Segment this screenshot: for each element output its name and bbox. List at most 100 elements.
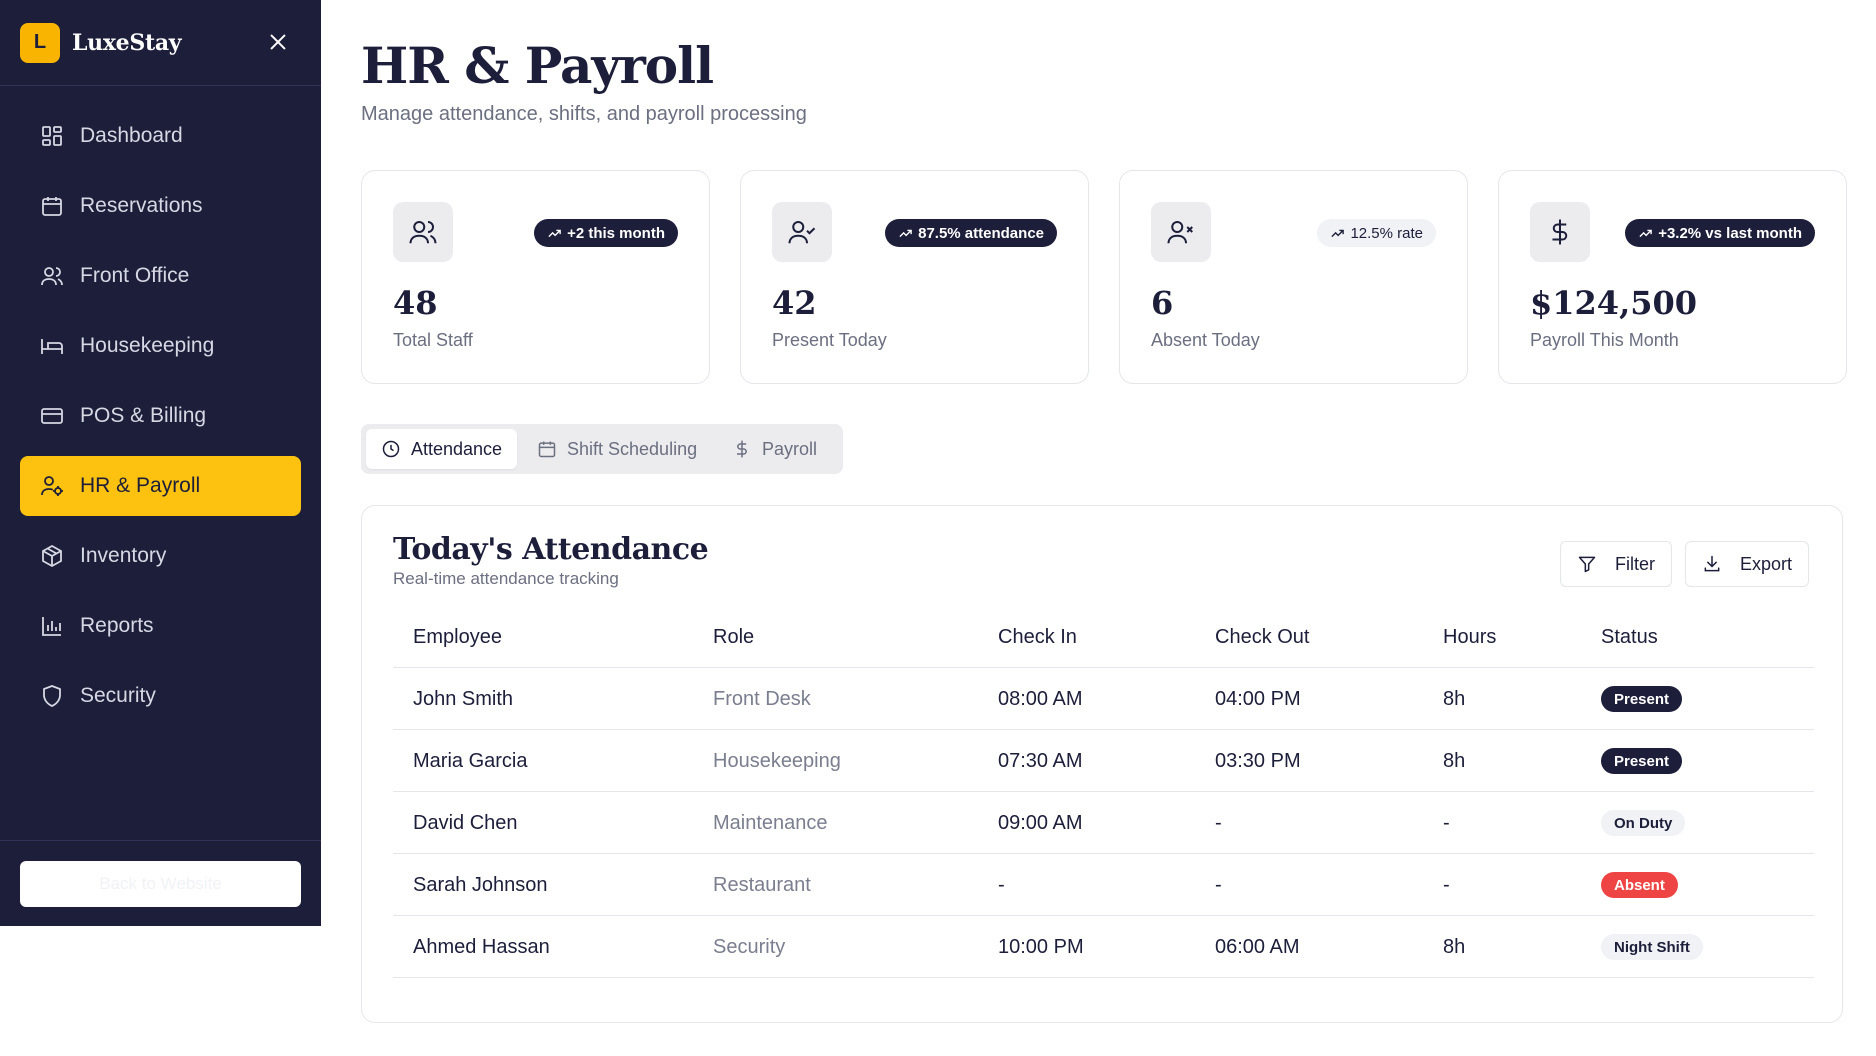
close-sidebar-button[interactable] xyxy=(266,30,290,54)
status-badge: Night Shift xyxy=(1601,934,1703,960)
trending-up-icon xyxy=(1331,229,1345,237)
stat-label: Absent Today xyxy=(1151,330,1260,350)
trending-up-icon xyxy=(1639,229,1652,237)
dollar-icon xyxy=(1552,219,1568,245)
check-in-time: 09:00 AM xyxy=(998,811,1083,834)
tab-shift-scheduling[interactable]: Shift Scheduling xyxy=(522,429,712,469)
filter-label: Filter xyxy=(1615,553,1655,574)
stat-card-total-staff: +2 this month 48 Total Staff xyxy=(361,170,710,384)
brand-name[interactable]: LuxeStay xyxy=(72,30,182,56)
dollar-icon xyxy=(737,440,747,458)
trending-up-icon xyxy=(899,229,912,237)
sidebar-item-label: Front Office xyxy=(80,264,190,287)
credit-card-icon xyxy=(41,408,63,424)
stat-card-absent-today: 12.5% rate 6 Absent Today xyxy=(1119,170,1468,384)
sidebar-item-front-office[interactable]: Front Office xyxy=(20,246,301,306)
sidebar-item-label: Housekeeping xyxy=(80,334,215,357)
table-header-row: Employee Role Check In Check Out Hours S… xyxy=(393,606,1814,668)
stat-value: 48 xyxy=(393,284,438,322)
sidebar-item-dashboard[interactable]: Dashboard xyxy=(20,106,301,166)
sidebar-nav: Dashboard Reservations Front Office Hous… xyxy=(20,106,301,736)
users-icon xyxy=(409,221,437,244)
hours-worked: - xyxy=(1443,873,1450,896)
stat-badge-text: +3.2% vs last month xyxy=(1658,224,1802,242)
status-cell: Absent xyxy=(1601,854,1678,916)
check-out-time: - xyxy=(1215,811,1222,834)
brand-logo[interactable]: L xyxy=(20,22,60,63)
trending-up-icon xyxy=(548,229,561,237)
sidebar-item-reports[interactable]: Reports xyxy=(20,596,301,656)
table-row[interactable]: David Chen Maintenance 09:00 AM - - On D… xyxy=(393,792,1814,854)
stat-card-payroll-month: +3.2% vs last month $124,500 Payroll Thi… xyxy=(1498,170,1847,384)
tab-list: Attendance Shift Scheduling Payroll xyxy=(361,424,843,474)
column-header-check-out[interactable]: Check Out xyxy=(1215,606,1309,668)
sidebar-item-housekeeping[interactable]: Housekeeping xyxy=(20,316,301,376)
stat-badge: 87.5% attendance xyxy=(885,219,1057,247)
user-check-icon xyxy=(788,221,816,244)
stat-badge-text: 12.5% rate xyxy=(1350,224,1423,242)
shield-icon xyxy=(43,685,61,707)
check-out-time: 04:00 PM xyxy=(1215,687,1301,710)
card-title: Today's Attendance xyxy=(393,532,709,567)
attendance-table: Employee Role Check In Check Out Hours S… xyxy=(393,606,1814,978)
stat-icon xyxy=(393,202,453,262)
sidebar-item-hr-payroll[interactable]: HR & Payroll xyxy=(20,456,301,516)
column-header-role[interactable]: Role xyxy=(713,606,754,668)
sidebar-item-reservations[interactable]: Reservations xyxy=(20,176,301,236)
check-in-time: 10:00 PM xyxy=(998,935,1084,958)
tab-label: Payroll xyxy=(762,438,818,459)
back-to-website-button[interactable]: Back to Website xyxy=(20,861,301,907)
stat-badge: +2 this month xyxy=(534,219,678,247)
download-icon xyxy=(1704,555,1720,572)
table-row[interactable]: Ahmed Hassan Security 10:00 PM 06:00 AM … xyxy=(393,916,1814,978)
table-row[interactable]: Maria Garcia Housekeeping 07:30 AM 03:30… xyxy=(393,730,1814,792)
column-header-hours[interactable]: Hours xyxy=(1443,606,1496,668)
stats-row: +2 this month 48 Total Staff 87.5% atten… xyxy=(361,170,1847,384)
page-title: HR & Payroll xyxy=(361,36,714,95)
check-in-time: 07:30 AM xyxy=(998,749,1083,772)
sidebar-item-label: POS & Billing xyxy=(80,404,207,427)
column-header-employee[interactable]: Employee xyxy=(413,606,502,668)
sidebar-item-security[interactable]: Security xyxy=(20,666,301,726)
sidebar-item-label: Dashboard xyxy=(80,124,183,147)
stat-badge: 12.5% rate xyxy=(1317,219,1436,247)
stat-label: Payroll This Month xyxy=(1530,330,1679,350)
employee-role: Security xyxy=(713,935,786,958)
sidebar-item-pos-billing[interactable]: POS & Billing xyxy=(20,386,301,446)
sidebar: L LuxeStay Dashboard Reservations Front … xyxy=(0,0,321,926)
stat-badge: +3.2% vs last month xyxy=(1625,219,1815,247)
tab-payroll[interactable]: Payroll xyxy=(717,429,832,469)
sidebar-item-inventory[interactable]: Inventory xyxy=(20,526,301,586)
package-icon xyxy=(42,544,62,568)
stat-icon xyxy=(772,202,832,262)
employee-name: Maria Garcia xyxy=(413,749,528,772)
column-header-check-in[interactable]: Check In xyxy=(998,606,1077,668)
calendar-icon xyxy=(42,197,62,216)
filter-icon xyxy=(1578,556,1596,573)
filter-button[interactable]: Filter xyxy=(1560,541,1672,587)
export-button[interactable]: Export xyxy=(1685,541,1810,587)
close-icon xyxy=(270,34,286,50)
status-cell: Present xyxy=(1601,668,1683,730)
employee-role: Maintenance xyxy=(713,811,828,834)
check-out-time: 03:30 PM xyxy=(1215,749,1301,772)
table-row[interactable]: John Smith Front Desk 08:00 AM 04:00 PM … xyxy=(393,668,1814,730)
bed-icon xyxy=(41,339,63,354)
user-cog-icon xyxy=(41,476,63,496)
tab-label: Attendance xyxy=(411,438,503,459)
stat-value: $124,500 xyxy=(1530,284,1697,322)
stat-icon xyxy=(1530,202,1590,262)
employee-name: Ahmed Hassan xyxy=(413,935,550,958)
clock-icon xyxy=(382,440,400,458)
table-row[interactable]: Sarah Johnson Restaurant - - - Absent xyxy=(393,854,1814,916)
stat-value: 6 xyxy=(1151,284,1174,322)
stat-icon xyxy=(1151,202,1211,262)
column-header-status[interactable]: Status xyxy=(1601,606,1658,668)
employee-role: Restaurant xyxy=(713,873,811,896)
status-cell: On Duty xyxy=(1601,792,1686,854)
sidebar-item-label: Reservations xyxy=(80,194,203,217)
status-badge: Present xyxy=(1601,748,1683,774)
tab-attendance[interactable]: Attendance xyxy=(366,429,518,469)
stat-card-present-today: 87.5% attendance 42 Present Today xyxy=(740,170,1089,384)
page-subtitle: Manage attendance, shifts, and payroll p… xyxy=(361,103,807,125)
